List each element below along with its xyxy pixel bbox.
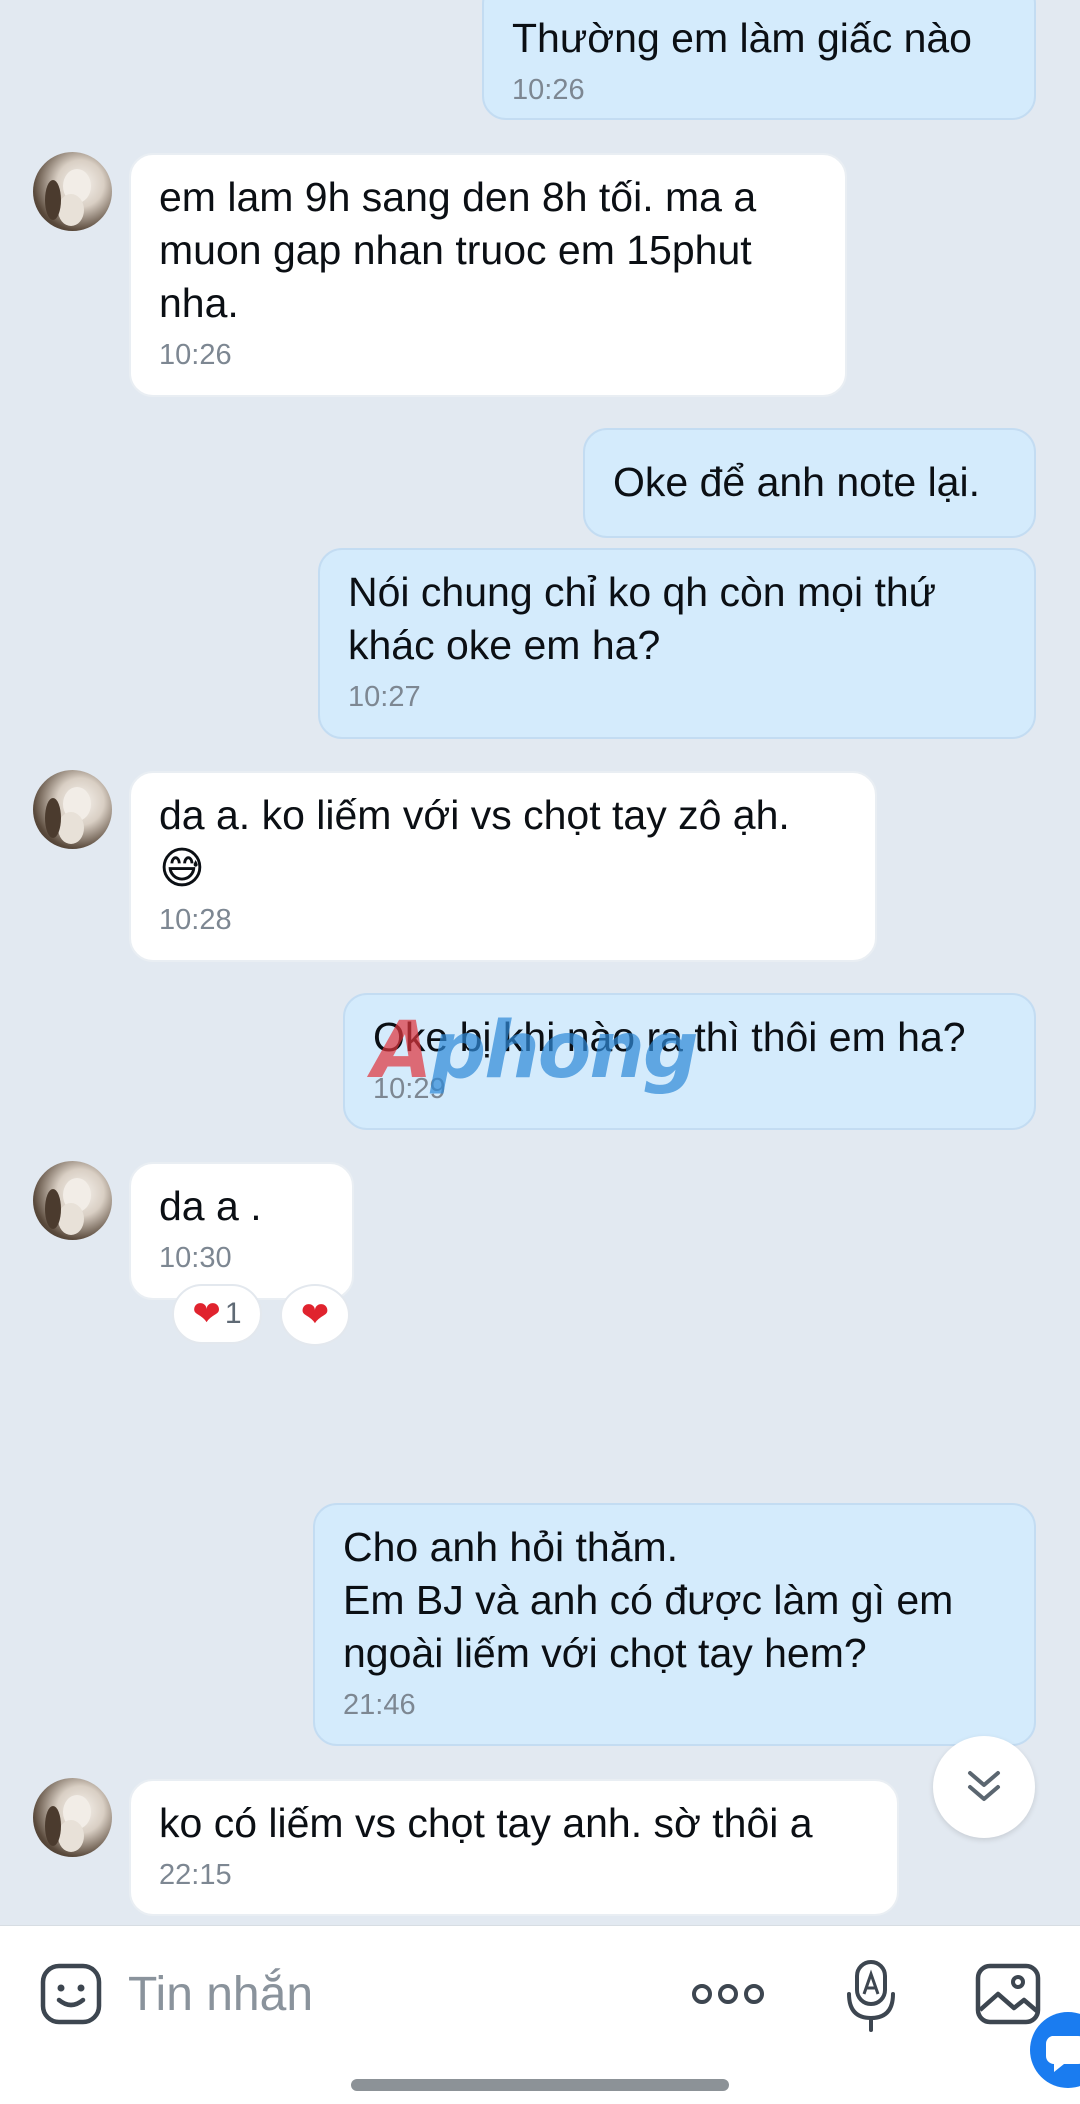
sticker-button[interactable] [36, 1959, 106, 2029]
home-indicator[interactable] [351, 2079, 729, 2091]
contact-avatar[interactable] [33, 1161, 112, 1240]
message-time: 10:26 [512, 74, 585, 106]
message-outgoing[interactable]: Cho anh hỏi thăm. Em BJ và anh có được l… [313, 1503, 1036, 1746]
scroll-to-bottom-button[interactable] [933, 1736, 1035, 1838]
contact-avatar[interactable] [33, 152, 112, 231]
message-outgoing[interactable]: Thường em làm giấc nào 10:26 [482, 0, 1036, 120]
heart-icon: ❤ [300, 1296, 330, 1334]
message-outgoing[interactable]: Oke để anh note lại. [583, 428, 1036, 538]
heart-icon: ❤ [192, 1295, 221, 1333]
contact-avatar[interactable] [33, 1778, 112, 1857]
voice-to-text-icon [847, 1960, 895, 2032]
message-text: ko có liếm vs chọt tay anh. sờ thôi a [159, 1800, 813, 1846]
message-incoming[interactable]: da a. ko liếm với vs chọt tay zô ạh. 😅 1… [129, 771, 877, 962]
message-outgoing[interactable]: Oke bị khi nào ra thì thôi em ha? 10:29 [343, 993, 1036, 1130]
message-time: 21:46 [343, 1689, 416, 1721]
message-input[interactable] [128, 1962, 648, 2026]
reaction-summary[interactable]: ❤ 1 [172, 1284, 262, 1344]
message-text: Nói chung chỉ ko qh còn mọi thứ khác oke… [348, 569, 937, 668]
message-incoming[interactable]: da a . 10:30 [129, 1162, 354, 1300]
floating-chat-button[interactable] [1030, 2012, 1080, 2088]
message-time: 10:30 [159, 1242, 232, 1274]
contact-avatar[interactable] [33, 770, 112, 849]
more-options-button[interactable] [688, 1966, 768, 2022]
message-text: em lam 9h sang den 8h tối. ma a muon gap… [159, 174, 757, 326]
reaction-count: 1 [224, 1297, 242, 1330]
message-text: da a . [159, 1183, 262, 1229]
message-time: 10:29 [373, 1073, 446, 1105]
message-time: 10:26 [159, 339, 232, 371]
message-time: 10:28 [159, 904, 232, 936]
message-time: 10:27 [348, 681, 421, 713]
more-options-icon [692, 1984, 764, 2004]
message-emoji: 😅 [159, 844, 205, 893]
message-incoming[interactable]: em lam 9h sang den 8h tối. ma a muon gap… [129, 153, 847, 397]
chat-bubble-icon [1045, 2036, 1080, 2072]
sticker-icon [40, 1963, 102, 2025]
message-text: Oke bị khi nào ra thì thôi em ha? [373, 1014, 966, 1060]
message-text: Oke để anh note lại. [613, 459, 980, 505]
chat-thread[interactable]: Thường em làm giấc nào 10:26 em lam 9h s… [0, 0, 1080, 1925]
react-heart-button[interactable]: ❤ [280, 1284, 350, 1346]
message-text: da a. ko liếm với vs chọt tay zô ạh. [159, 792, 790, 838]
message-incoming[interactable]: ko có liếm vs chọt tay anh. sờ thôi a 22… [129, 1779, 899, 1916]
message-text: Thường em làm giấc nào [512, 15, 972, 61]
message-time: 22:15 [159, 1859, 232, 1891]
message-outgoing[interactable]: Nói chung chỉ ko qh còn mọi thứ khác oke… [318, 548, 1036, 739]
message-text: Cho anh hỏi thăm. Em BJ và anh có được l… [343, 1524, 954, 1676]
voice-to-text-button[interactable] [843, 1956, 903, 2036]
chevron-double-down-icon [968, 1771, 1000, 1801]
